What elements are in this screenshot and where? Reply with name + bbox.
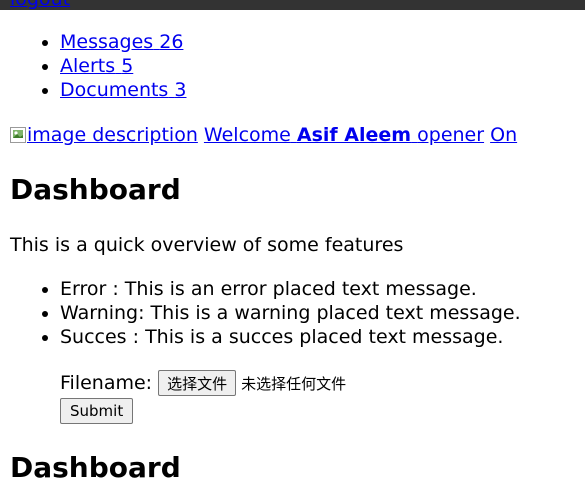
nav-item-messages: Messages 26 — [60, 30, 186, 54]
alerts-count: 5 — [121, 55, 134, 77]
file-row: Filename: 选择文件 未选择任何文件 — [60, 369, 346, 397]
user-bar: image description Welcome Asif Aleem ope… — [10, 123, 517, 147]
messages-label: Messages — [60, 31, 154, 53]
avatar-link[interactable]: image description — [10, 123, 198, 147]
documents-link[interactable]: Documents 3 — [60, 79, 186, 101]
documents-label: Documents — [60, 79, 169, 101]
warning-message: Warning: This is a warning placed text m… — [60, 301, 521, 325]
welcome-text: Welcome — [203, 124, 291, 146]
opener-text: opener — [417, 124, 485, 146]
message-list: Error : This is an error placed text mes… — [0, 277, 521, 349]
nav-item-alerts: Alerts 5 — [60, 54, 186, 78]
status-toggle-link[interactable]: On — [490, 124, 517, 146]
error-message: Error : This is an error placed text mes… — [60, 277, 521, 301]
user-name: Asif Aleem — [296, 124, 412, 146]
submit-button[interactable]: Submit — [60, 398, 134, 424]
broken-image-icon — [10, 125, 26, 143]
logout-link[interactable]: logout — [10, 0, 70, 10]
avatar-alt-text: image description — [27, 124, 198, 146]
file-status-text: 未选择任何文件 — [241, 374, 347, 393]
choose-file-button[interactable]: 选择文件 — [158, 370, 237, 396]
user-menu-link[interactable]: Welcome Asif Aleem opener — [204, 124, 484, 146]
upload-form: Filename: 选择文件 未选择任何文件 Submit — [60, 369, 346, 424]
alerts-label: Alerts — [60, 55, 116, 77]
alerts-link[interactable]: Alerts 5 — [60, 55, 133, 77]
messages-count: 26 — [159, 31, 184, 53]
nav-item-documents: Documents 3 — [60, 78, 186, 102]
section-title: Dashboard — [10, 451, 181, 479]
filename-label: Filename: — [60, 372, 153, 394]
page-title: Dashboard — [10, 173, 181, 206]
documents-count: 3 — [174, 79, 187, 101]
nav-list: Messages 26 Alerts 5 Documents 3 — [0, 30, 186, 102]
success-message: Succes : This is a succes placed text me… — [60, 325, 521, 349]
top-bar: logout — [0, 0, 585, 10]
messages-link[interactable]: Messages 26 — [60, 31, 183, 53]
intro-text: This is a quick overview of some feature… — [10, 234, 404, 256]
